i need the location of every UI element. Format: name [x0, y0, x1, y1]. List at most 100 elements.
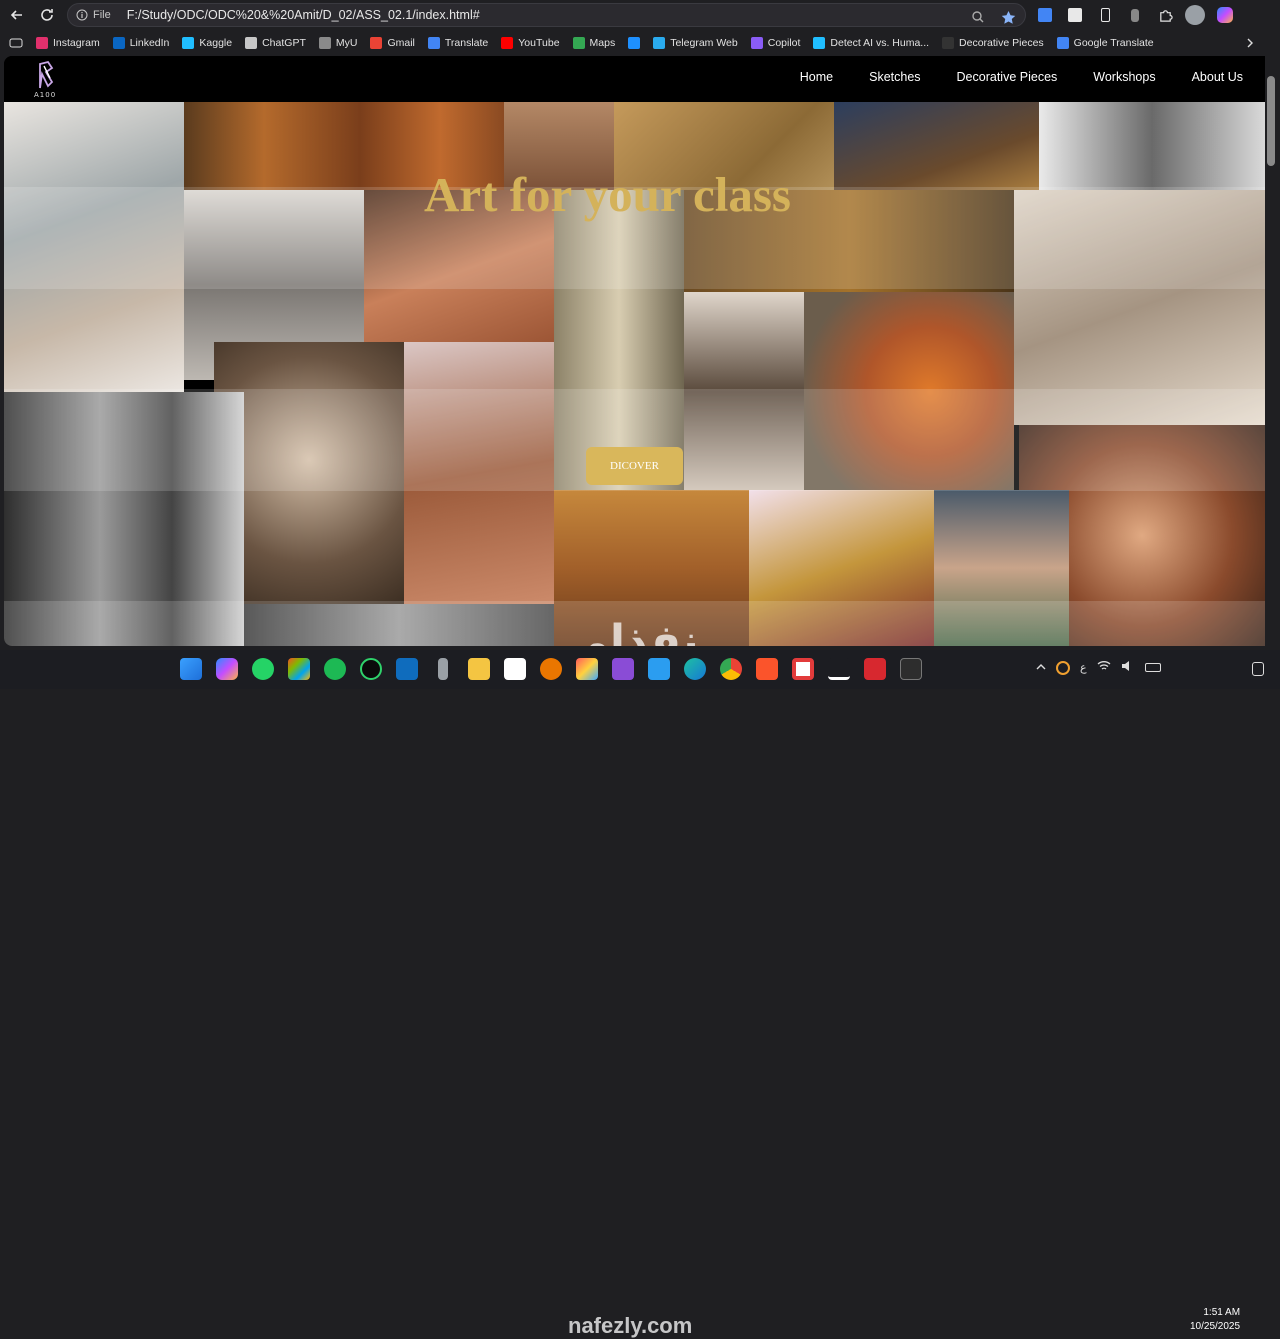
copilot-app-icon[interactable]	[216, 658, 238, 680]
whatsapp-icon[interactable]	[252, 658, 274, 680]
bookmark-label: YouTube	[518, 37, 560, 49]
bookmark-favicon-icon	[572, 37, 585, 49]
extension-icon[interactable]	[1064, 4, 1086, 26]
page-scrollbar[interactable]	[1265, 56, 1277, 646]
bookmark-label: ChatGPT	[262, 37, 306, 49]
bookmark-item[interactable]: ChatGPT	[245, 37, 306, 49]
clock-date: 10/25/2025	[1190, 1321, 1241, 1332]
discover-button[interactable]: DICOVER	[586, 447, 683, 485]
scroll-thumb[interactable]	[1267, 76, 1275, 166]
chevron-up-icon[interactable]	[1036, 662, 1046, 674]
bookmark-favicon-icon	[750, 37, 763, 49]
sync-icon[interactable]	[1056, 660, 1070, 675]
nav-decorative-pieces[interactable]: Decorative Pieces	[957, 70, 1058, 84]
start-icon[interactable]	[180, 658, 202, 680]
bookmark-favicon-icon	[318, 37, 331, 49]
bookmark-favicon-icon	[427, 37, 440, 49]
terminal-icon[interactable]	[900, 658, 922, 680]
nav-sketches[interactable]: Sketches	[869, 70, 920, 84]
bookmark-favicon-icon	[501, 37, 514, 49]
bookmark-favicon-icon	[942, 37, 955, 49]
site-menu: Home Sketches Decorative Pieces Workshop…	[800, 70, 1243, 84]
vscode-icon[interactable]	[648, 658, 670, 680]
logo-text: A100	[34, 91, 57, 99]
zoom-icon[interactable]	[967, 6, 989, 28]
bookmarks-bar: Instagram LinkedIn Kaggle ChatGPT MyU Gmail Tr…	[0, 32, 1280, 54]
audio-app-icon[interactable]	[828, 658, 850, 680]
usb-icon[interactable]	[438, 658, 448, 680]
back-icon[interactable]	[4, 2, 30, 28]
bookmark-star-icon[interactable]	[997, 6, 1019, 28]
bookmark-item[interactable]: Gmail	[370, 37, 415, 49]
reload-icon[interactable]	[34, 2, 60, 28]
browser-toolbar: File F:/Study/ODC/ODC%20&%20Amit/D_02/AS…	[0, 0, 1280, 30]
bookmark-label: Google Translate	[1073, 37, 1154, 49]
bookmark-label: LinkedIn	[129, 37, 170, 49]
battery-icon[interactable]	[1144, 663, 1161, 672]
puzzle-icon[interactable]	[1154, 4, 1176, 26]
clock[interactable]: 1:51 AM 10/25/2025	[1190, 1306, 1240, 1334]
outlook-icon[interactable]	[396, 658, 418, 680]
store-icon[interactable]	[288, 658, 310, 680]
man-sketch	[1039, 102, 1265, 190]
app-icon-red[interactable]	[792, 658, 814, 680]
spotify-icon[interactable]	[324, 658, 346, 680]
bookmark-label: Copilot	[767, 37, 801, 49]
phone-icon[interactable]	[1094, 4, 1116, 26]
bookmark-item[interactable]: Translate	[427, 37, 488, 49]
bookmark-item[interactable]: YouTube	[501, 37, 560, 49]
blender-icon[interactable]	[540, 658, 562, 680]
notion-icon[interactable]	[504, 658, 526, 680]
bookmark-item[interactable]: Maps	[572, 37, 616, 49]
bookmark-item[interactable]	[628, 37, 641, 49]
chrome-icon[interactable]	[720, 658, 742, 680]
address-bar[interactable]: File F:/Study/ODC/ODC%20&%20Amit/D_02/AS…	[67, 3, 1026, 27]
nav-workshops[interactable]: Workshops	[1093, 70, 1155, 84]
bookmark-label: Instagram	[53, 37, 100, 49]
profile-avatar[interactable]	[1184, 4, 1206, 26]
nav-home[interactable]: Home	[800, 70, 833, 84]
site-info-chip[interactable]: File	[76, 9, 111, 21]
site-navbar: A100 Home Sketches Decorative Pieces Wor…	[4, 56, 1265, 102]
bookmark-item[interactable]: Instagram	[36, 37, 100, 49]
page-viewport: A100 Home Sketches Decorative Pieces Wor…	[4, 56, 1265, 646]
translate-extension-icon[interactable]	[1034, 4, 1056, 26]
hero-title: Art for your class	[424, 167, 791, 222]
paint-icon[interactable]	[576, 658, 598, 680]
bookmark-favicon-icon	[245, 37, 258, 49]
bookmark-label: Decorative Pieces	[959, 37, 1044, 49]
bookmark-label: Kaggle	[199, 37, 233, 49]
wifi-icon[interactable]	[1097, 660, 1111, 675]
visual-studio-icon[interactable]	[612, 658, 634, 680]
notification-icon[interactable]	[1252, 662, 1264, 676]
qa-app-icon[interactable]	[360, 658, 382, 680]
bookmark-item[interactable]: Decorative Pieces	[942, 37, 1044, 49]
edge-icon[interactable]	[684, 658, 706, 680]
bookmark-item[interactable]: Copilot	[750, 37, 801, 49]
file-label: File	[93, 9, 111, 21]
bookmark-item[interactable]: Google Translate	[1056, 37, 1154, 49]
lab-icon[interactable]	[1124, 4, 1146, 26]
bookmark-item[interactable]: Detect AI vs. Huma...	[813, 37, 929, 49]
bookmark-item[interactable]: Kaggle	[182, 37, 232, 49]
brave-icon[interactable]	[756, 658, 778, 680]
bookmark-label: Maps	[589, 37, 616, 49]
clock-time: 1:51 AM	[1203, 1307, 1241, 1318]
nav-about-us[interactable]: About Us	[1192, 70, 1243, 84]
info-icon	[76, 9, 88, 21]
volume-icon[interactable]	[1121, 660, 1135, 675]
bookmark-item[interactable]: LinkedIn	[112, 37, 170, 49]
bookmark-favicon-icon	[628, 37, 641, 49]
url-text[interactable]: F:/Study/ODC/ODC%20&%20Amit/D_02/ASS_02.…	[127, 8, 480, 22]
copilot-icon[interactable]	[1214, 4, 1236, 26]
language-indicator[interactable]: ع	[1080, 661, 1087, 674]
chevron-right-icon[interactable]	[1246, 38, 1254, 48]
reading-list-icon[interactable]	[9, 37, 23, 49]
file-explorer-icon[interactable]	[468, 658, 490, 680]
bookmark-favicon-icon	[370, 37, 383, 49]
watermark-arabic: نفذلي	[564, 616, 699, 646]
bookmark-label: MyU	[335, 37, 358, 49]
bookmark-item[interactable]: Telegram Web	[653, 37, 738, 49]
bookmark-item[interactable]: MyU	[318, 37, 358, 49]
acrobat-icon[interactable]	[864, 658, 886, 680]
